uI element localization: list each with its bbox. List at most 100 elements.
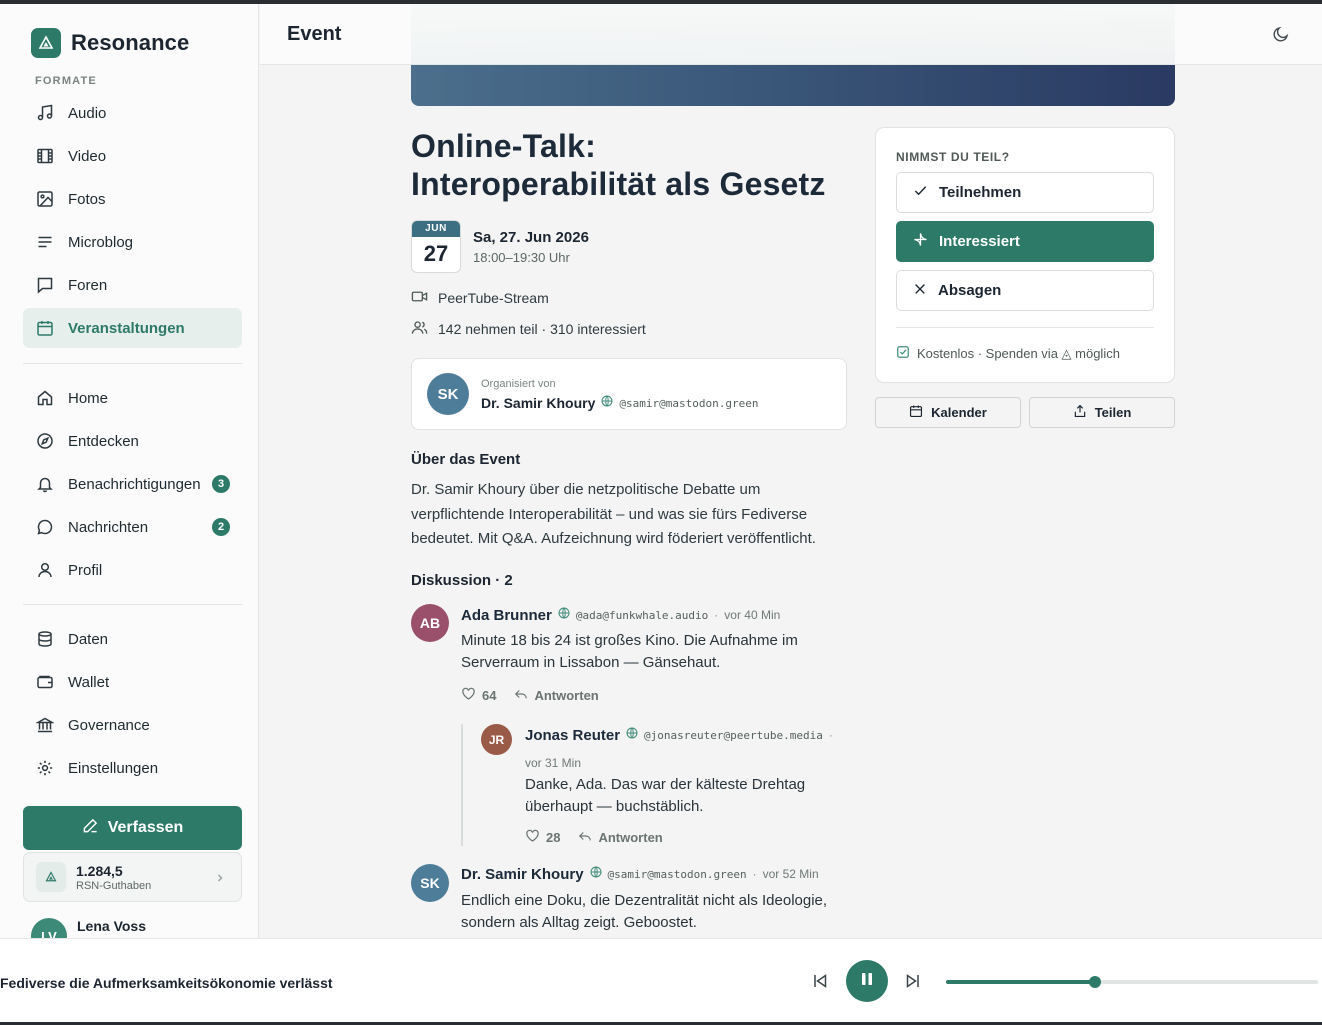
gear-icon — [35, 758, 55, 778]
event-location: PeerTube-Stream — [411, 288, 549, 308]
user-name: Lena Voss — [77, 918, 146, 934]
rsn-token-icon — [36, 862, 66, 892]
skip-back-icon[interactable] — [811, 972, 829, 995]
sidebar-item-wallet[interactable]: Wallet — [23, 662, 242, 702]
date-badge-day: 27 — [423, 241, 449, 266]
globe-icon — [590, 865, 602, 883]
rsvp-divider — [896, 327, 1154, 328]
calendar-icon — [909, 404, 923, 421]
wallet-label: RSN-Guthaben — [76, 879, 152, 892]
media-player: Fediverse die Aufmerksamkeitsökonomie ve… — [0, 938, 1322, 1022]
comment-time: vor 40 Min — [724, 608, 781, 622]
like-count: 28 — [546, 829, 561, 845]
formats-nav: Audio Video Fotos Microblog Foren Verans… — [23, 93, 242, 351]
avatar: SK — [427, 373, 469, 415]
image-icon — [35, 189, 55, 209]
compose-label: Verfassen — [107, 819, 184, 836]
sidebar-item-video[interactable]: Video — [23, 136, 242, 176]
database-icon — [35, 629, 55, 649]
wallet-balance-card[interactable]: 1.284,5 RSN-Guthaben — [23, 852, 242, 902]
sidebar-item-governance[interactable]: Governance — [23, 705, 242, 745]
comment-handle[interactable]: @jonasreuter@peertube.media — [644, 729, 823, 742]
organizer-name[interactable]: Dr. Samir Khoury — [481, 395, 595, 411]
sidebar-item-veranstaltungen[interactable]: Veranstaltungen — [23, 308, 242, 348]
comment-text: Minute 18 bis 24 ist großes Kino. Die Au… — [461, 632, 798, 671]
heart-icon — [525, 828, 540, 846]
sidebar-item-entdecken[interactable]: Entdecken — [23, 421, 242, 461]
comment-handle[interactable]: @ada@funkwhale.audio — [576, 609, 708, 622]
like-count: 64 — [482, 687, 497, 703]
wallet-amount: 1.284,5 — [76, 862, 123, 879]
extra-nav: Daten Wallet Governance Einstellungen — [23, 619, 242, 791]
bell-icon — [35, 474, 55, 494]
main-nav: Home Entdecken Benachrichtigungen 3 Nach… — [23, 378, 242, 593]
sidebar-item-home[interactable]: Home — [23, 378, 242, 418]
notification-count-badge: 3 — [212, 475, 230, 493]
music-note-icon — [35, 103, 55, 123]
about-text: Dr. Samir Khoury über die netzpolitische… — [411, 481, 816, 547]
date-badge: JUN 27 — [411, 220, 461, 273]
progress-slider[interactable] — [946, 976, 1318, 988]
reply-arrow-icon — [578, 829, 592, 846]
organizer-handle[interactable]: @samir@mastodon.green — [619, 397, 758, 410]
pencil-icon — [82, 817, 99, 839]
decline-button[interactable]: Absagen — [896, 270, 1154, 311]
like-button[interactable]: 28 — [525, 828, 560, 846]
comment-time: vor 52 Min — [762, 867, 819, 881]
video-camera-icon — [411, 288, 428, 308]
share-button[interactable]: Teilen — [1029, 397, 1175, 428]
page-header: Event — [260, 4, 1322, 65]
comment-text: Danke, Ada. Das war der kälteste Drehtag… — [525, 776, 806, 815]
sidebar-item-microblog[interactable]: Microblog — [23, 222, 242, 262]
share-icon — [1073, 404, 1087, 421]
x-icon — [913, 282, 927, 300]
sidebar-item-fotos[interactable]: Fotos — [23, 179, 242, 219]
skip-forward-icon[interactable] — [904, 972, 922, 995]
organizer-card[interactable]: SK Organisiert von Dr. Samir Khoury @sam… — [411, 358, 847, 430]
film-icon — [35, 146, 55, 166]
comment-author[interactable]: Dr. Samir Khoury — [461, 866, 584, 883]
rsvp-card: NIMMST DU TEIL? Teilnehmen Interessiert … — [875, 127, 1175, 383]
comment-time: vor 31 Min — [525, 756, 582, 770]
avatar: SK — [411, 864, 449, 902]
sidebar-item-einstellungen[interactable]: Einstellungen — [23, 748, 242, 788]
resonance-logo-icon — [31, 28, 61, 58]
progress-fill — [946, 980, 1095, 984]
event-attendance: 142 nehmen teil · 310 interessiert — [411, 319, 646, 339]
avatar: LV — [31, 918, 67, 938]
attend-button[interactable]: Teilnehmen — [896, 172, 1154, 213]
avatar: AB — [411, 604, 449, 642]
message-count-badge: 2 — [212, 518, 230, 536]
interested-button[interactable]: Interessiert — [896, 221, 1154, 262]
user-icon — [35, 560, 55, 580]
brand-name: Resonance — [71, 30, 190, 55]
comment-handle[interactable]: @samir@mastodon.green — [608, 868, 747, 881]
moon-icon[interactable] — [1272, 25, 1290, 48]
like-button[interactable]: 64 — [461, 686, 496, 704]
compose-button[interactable]: Verfassen — [23, 806, 242, 850]
current-user[interactable]: LV Lena Voss — [31, 918, 146, 938]
pause-button[interactable] — [846, 960, 888, 1002]
sidebar-item-foren[interactable]: Foren — [23, 265, 242, 305]
reply-button[interactable]: Antworten — [578, 829, 663, 846]
about-heading: Über das Event — [411, 451, 521, 468]
brand[interactable]: Resonance — [31, 28, 189, 58]
calendar-button[interactable]: Kalender — [875, 397, 1021, 428]
reply-button[interactable]: Antworten — [514, 687, 599, 704]
sidebar-item-nachrichten[interactable]: Nachrichten 2 — [23, 507, 242, 547]
sidebar: Resonance FORMATE Audio Video Fotos Micr… — [0, 4, 259, 938]
heart-icon — [461, 686, 476, 704]
page-title: Event — [287, 23, 342, 45]
thread-line — [461, 724, 463, 846]
sidebar-item-benachrichtigungen[interactable]: Benachrichtigungen 3 — [23, 464, 242, 504]
comment-author[interactable]: Ada Brunner — [461, 607, 552, 624]
checkbox-check-icon — [896, 345, 910, 362]
sidebar-item-profil[interactable]: Profil — [23, 550, 242, 590]
event-date: Sa, 27. Jun 2026 — [473, 229, 589, 246]
progress-handle[interactable] — [1088, 976, 1101, 988]
sidebar-item-audio[interactable]: Audio — [23, 93, 242, 133]
sidebar-item-daten[interactable]: Daten — [23, 619, 242, 659]
home-icon — [35, 388, 55, 408]
pause-icon — [859, 971, 875, 992]
comment-author[interactable]: Jonas Reuter — [525, 727, 620, 744]
